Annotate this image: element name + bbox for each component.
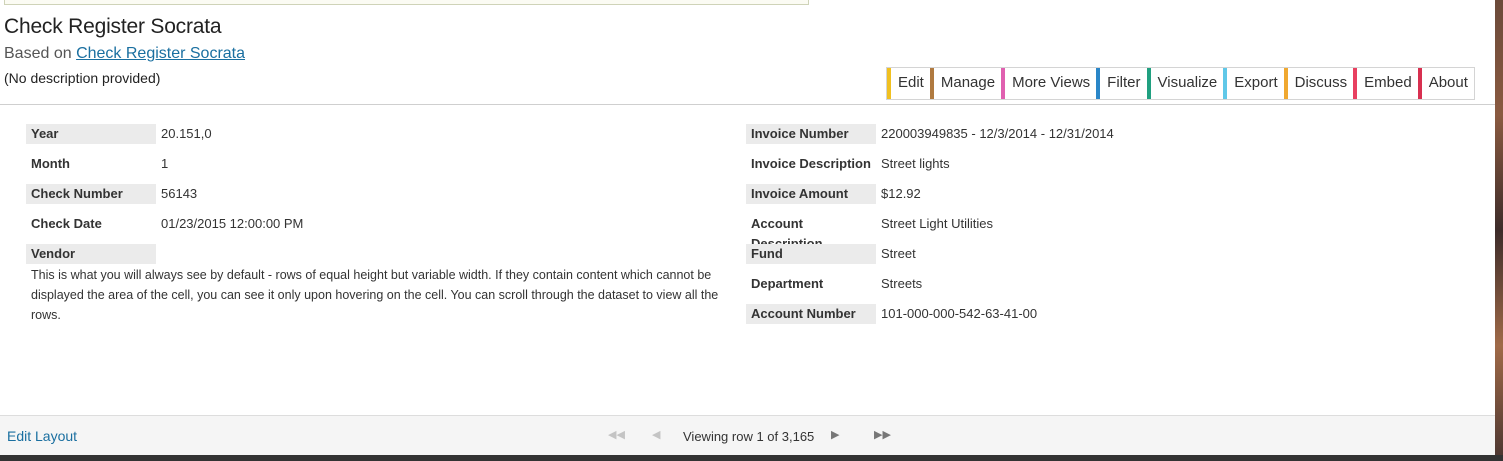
pager-status: Viewing row 1 of 3,165 bbox=[683, 429, 815, 444]
vendor-value-text: This is what you will always see by defa… bbox=[31, 268, 719, 322]
page-footer: Edit Layout ◀◀ ◀ Viewing row 1 of 3,165 … bbox=[0, 415, 1495, 456]
more-views-button[interactable]: More Views bbox=[1001, 68, 1096, 99]
field-label: Year bbox=[26, 124, 156, 144]
desktop-background-edge bbox=[1495, 0, 1503, 461]
field-value: $12.92 bbox=[881, 186, 921, 201]
field-value: Streets bbox=[881, 276, 923, 291]
field-value: 1 bbox=[161, 156, 169, 171]
field-value: 01/23/2015 12:00:00 PM bbox=[161, 216, 304, 231]
field-value: Street lights bbox=[881, 156, 950, 171]
field-label: Account Number bbox=[746, 304, 876, 324]
filter-button[interactable]: Filter bbox=[1096, 68, 1146, 99]
prev-page-icon[interactable]: ◀ bbox=[652, 428, 660, 441]
field-label: Account Description bbox=[751, 216, 823, 251]
field-value: 56143 bbox=[161, 186, 198, 201]
first-page-icon[interactable]: ◀◀ bbox=[608, 428, 625, 441]
edit-layout-link[interactable]: Edit Layout bbox=[7, 428, 77, 444]
field-label: Check Date bbox=[31, 216, 102, 231]
field-label: Invoice Description bbox=[751, 156, 871, 171]
header-divider bbox=[0, 104, 1495, 105]
embed-button[interactable]: Embed bbox=[1353, 68, 1418, 99]
field-label: Department bbox=[751, 276, 824, 291]
manage-button[interactable]: Manage bbox=[929, 68, 1001, 99]
last-page-icon[interactable]: ▶▶ bbox=[874, 428, 891, 441]
field-value: 220003949835 - 12/3/2014 - 12/31/2014 bbox=[881, 126, 1114, 141]
field-label: Fund bbox=[746, 244, 876, 264]
top-banner-strip bbox=[4, 0, 809, 5]
page-title: Check Register Socrata bbox=[4, 15, 222, 38]
field-value: 101-000-000-542-63-41-00 bbox=[881, 306, 1038, 321]
field-label: Invoice Number bbox=[746, 124, 876, 144]
visualize-button[interactable]: Visualize bbox=[1146, 68, 1224, 99]
field-label: Month bbox=[31, 156, 70, 171]
parent-dataset-link[interactable]: Check Register Socrata bbox=[76, 45, 245, 62]
field-value: Street Light Utilities bbox=[881, 216, 993, 231]
field-label: Vendor bbox=[26, 244, 156, 264]
export-button[interactable]: Export bbox=[1223, 68, 1283, 99]
based-on-line: Based on Check Register Socrata bbox=[4, 45, 245, 63]
field-label: Invoice Amount bbox=[746, 184, 876, 204]
field-value: 20.151,0 bbox=[161, 126, 212, 141]
about-button[interactable]: About bbox=[1417, 68, 1474, 99]
edit-button[interactable]: Edit bbox=[887, 68, 930, 99]
bottom-window-edge bbox=[0, 455, 1503, 461]
discuss-button[interactable]: Discuss bbox=[1283, 68, 1354, 99]
dataset-description: (No description provided) bbox=[4, 70, 161, 86]
field-value: Street bbox=[881, 246, 916, 261]
field-label: Check Number bbox=[26, 184, 156, 204]
next-page-icon[interactable]: ▶ bbox=[831, 428, 839, 441]
based-on-prefix: Based on bbox=[4, 45, 72, 62]
dataset-toolbar: Edit Manage More Views Filter Visualize … bbox=[886, 67, 1475, 100]
